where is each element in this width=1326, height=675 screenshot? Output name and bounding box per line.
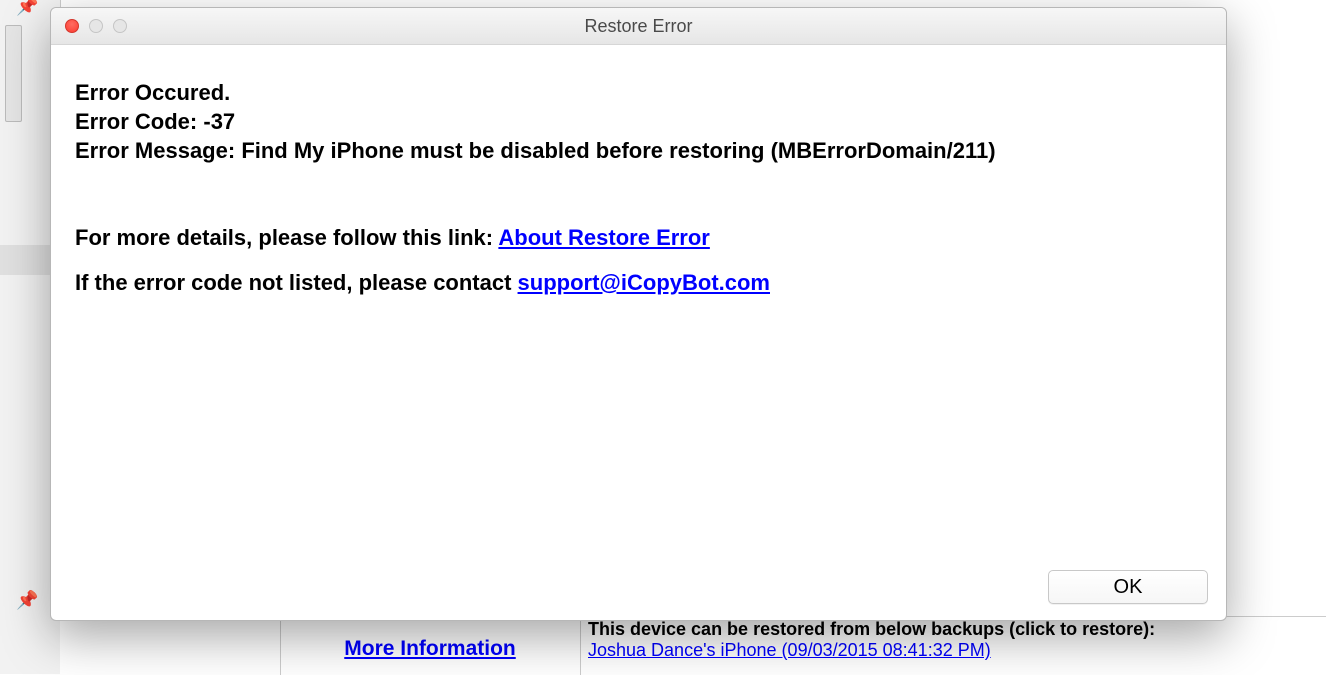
traffic-lights bbox=[51, 19, 127, 33]
about-restore-error-link[interactable]: About Restore Error bbox=[498, 225, 709, 250]
details-line: For more details, please follow this lin… bbox=[75, 223, 1202, 252]
minimize-window-icon bbox=[89, 19, 103, 33]
pushpin-icon: 📌 bbox=[16, 0, 38, 17]
more-information-link[interactable]: More Information bbox=[344, 637, 516, 661]
contact-line: If the error code not listed, please con… bbox=[75, 268, 1202, 297]
error-message-label: Error Message: bbox=[75, 138, 235, 163]
support-email-link[interactable]: support@iCopyBot.com bbox=[518, 270, 770, 295]
error-code-label: Error Code: bbox=[75, 109, 197, 134]
error-code-line: Error Code: -37 bbox=[75, 107, 1202, 136]
error-code-value: -37 bbox=[203, 109, 235, 134]
window-title: Restore Error bbox=[51, 16, 1226, 37]
zoom-window-icon bbox=[113, 19, 127, 33]
background-footer-col3: This device can be restored from below b… bbox=[580, 617, 1326, 675]
background-scrollbar bbox=[5, 25, 22, 122]
backup-link[interactable]: Joshua Dance's iPhone (09/03/2015 08:41:… bbox=[588, 640, 991, 660]
error-message-line: Error Message: Find My iPhone must be di… bbox=[75, 136, 1202, 165]
close-window-icon[interactable] bbox=[65, 19, 79, 33]
dialog-footer: OK bbox=[1048, 570, 1208, 604]
contact-prefix: If the error code not listed, please con… bbox=[75, 270, 518, 295]
details-prefix: For more details, please follow this lin… bbox=[75, 225, 498, 250]
background-footer-col1 bbox=[60, 617, 281, 675]
restore-error-dialog: Restore Error Error Occured. Error Code:… bbox=[50, 7, 1227, 621]
pushpin-icon: 📌 bbox=[16, 590, 38, 611]
ok-button[interactable]: OK bbox=[1048, 570, 1208, 604]
error-message-value: Find My iPhone must be disabled before r… bbox=[241, 138, 995, 163]
dialog-body: Error Occured. Error Code: -37 Error Mes… bbox=[75, 78, 1202, 540]
background-footer-col2: More Information bbox=[280, 617, 581, 675]
error-heading: Error Occured. bbox=[75, 78, 1202, 107]
window-titlebar[interactable]: Restore Error bbox=[51, 8, 1226, 45]
restore-description: This device can be restored from below b… bbox=[588, 619, 1326, 640]
background-footer: More Information This device can be rest… bbox=[60, 616, 1326, 675]
